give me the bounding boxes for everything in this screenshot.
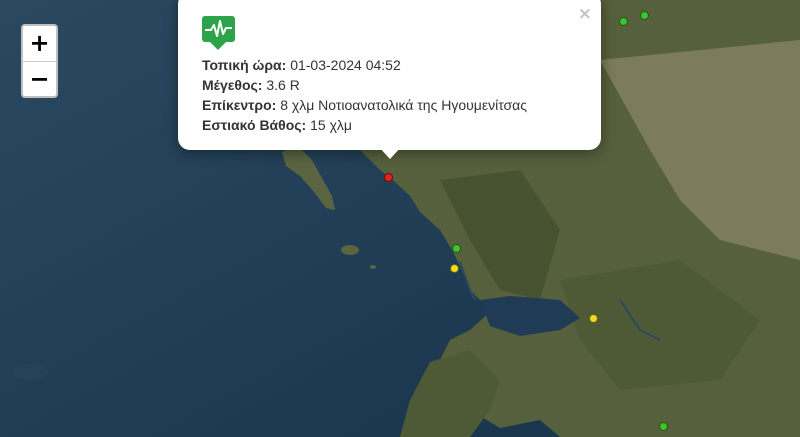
popup-depth-row: Εστιακό Βάθος: 15 χλμ [202,115,581,135]
earthquake-marker-green[interactable] [452,244,461,253]
zoom-out-button[interactable]: − [23,62,56,96]
popup-epicenter-row: Επίκεντρο: 8 χλμ Νοτιοανατολικά της Ηγου… [202,95,581,115]
earthquake-marker-green[interactable] [640,11,649,20]
earthquake-marker-red[interactable] [384,173,393,182]
earthquake-marker-yellow[interactable] [450,264,459,273]
depth-label: Εστιακό Βάθος: [202,117,307,133]
popup-time-row: Τοπική ώρα: 01-03-2024 04:52 [202,55,581,75]
earthquake-popup: × Τοπική ώρα: 01-03-2024 04:52 Μέγεθος: … [178,0,601,150]
earthquake-marker-green[interactable] [659,422,668,431]
time-label: Τοπική ώρα: [202,57,287,73]
depth-value: 15 χλμ [310,117,353,133]
magnitude-value: 3.6 R [266,77,300,93]
epicenter-label: Επίκεντρο: [202,97,277,113]
close-icon[interactable]: × [578,4,592,24]
zoom-control: + − [21,24,58,98]
earthquake-marker-green[interactable] [619,17,628,26]
popup-magnitude-row: Μέγεθος: 3.6 R [202,75,581,95]
epicenter-value: 8 χλμ Νοτιοανατολικά της Ηγουμενίτσας [280,97,528,113]
time-value: 01-03-2024 04:52 [290,57,401,73]
seismograph-icon [202,16,235,51]
earthquake-map[interactable]: + − × Τοπική ώρα: 01-03-2024 04:52 Μέγεθ… [0,0,800,437]
magnitude-label: Μέγεθος: [202,77,263,93]
popup-tip [378,146,402,159]
earthquake-marker-yellow[interactable] [589,314,598,323]
zoom-in-button[interactable]: + [23,26,56,62]
